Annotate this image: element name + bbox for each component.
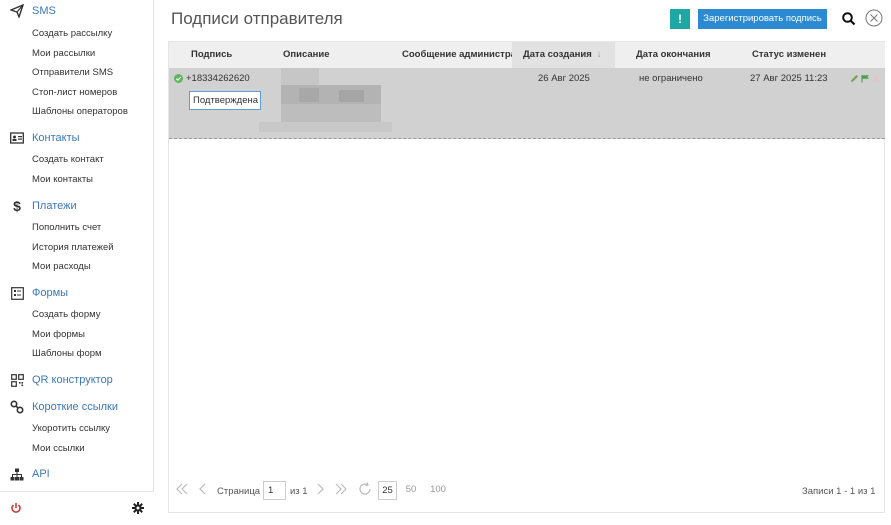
sidebar-item-top-up[interactable]: Пополнить счет <box>0 218 101 238</box>
dollar-icon: $ <box>13 198 21 214</box>
sidebar-section-label: Формы <box>32 287 69 299</box>
sidebar-item-form-templates[interactable]: Шаблоны форм <box>0 344 102 364</box>
sidebar-footer <box>0 491 154 525</box>
check-circle-icon <box>174 74 183 83</box>
form-icon <box>10 286 24 300</box>
column-signature[interactable]: Подпись <box>191 42 271 68</box>
gear-icon[interactable] <box>132 502 144 514</box>
column-description[interactable]: Описание <box>283 42 393 68</box>
sidebar-section-forms[interactable]: Формы <box>0 283 154 303</box>
sort-down-icon: ↓ <box>596 49 602 60</box>
search-icon[interactable] <box>841 11 857 27</box>
pagination-bar: Страница 1 из 1 25 50 100 Записи 1 - 1 и… <box>169 477 885 503</box>
contact-card-icon <box>10 131 24 145</box>
sidebar-item-payment-history[interactable]: История платежей <box>0 238 114 258</box>
column-end-date[interactable]: Дата окончания <box>636 42 736 68</box>
sidebar-item-shorten-link[interactable]: Укоротить ссылку <box>0 419 110 439</box>
sidebar-section-sms[interactable]: SMS <box>0 1 154 21</box>
cell-signature: +18334262620 <box>186 73 250 84</box>
app-window: SMS Создать рассылку Мои рассылки Отправ… <box>0 0 891 525</box>
table-header: Подпись Описание Сообщение администратор… <box>169 42 885 68</box>
records-count: Записи 1 - 1 из 1 <box>802 486 876 497</box>
sidebar-item-my-mailings[interactable]: Мои рассылки <box>0 44 95 64</box>
page-total-label: из 1 <box>290 486 308 497</box>
star-icon[interactable] <box>872 74 881 83</box>
page-label: Страница <box>217 486 261 497</box>
sitemap-icon <box>10 467 24 481</box>
warning-button[interactable]: ! <box>670 9 690 29</box>
sidebar-section-label: Контакты <box>32 132 80 144</box>
close-icon[interactable] <box>865 9 883 27</box>
sidebar-section-payments[interactable]: $ Платежи <box>0 196 154 216</box>
column-label: Дата создания <box>523 49 592 60</box>
sidebar-item-my-contacts[interactable]: Мои контакты <box>0 170 93 190</box>
sidebar-item-create-contact[interactable]: Создать контакт <box>0 150 104 170</box>
cell-status-changed: 27 Авг 2025 11:23 <box>750 73 828 84</box>
cell-created-date: 26 Авг 2025 <box>538 73 590 84</box>
status-badge: Подтверждена <box>189 91 261 110</box>
page-size-25[interactable]: 25 <box>378 481 397 500</box>
next-page-icon[interactable] <box>316 482 326 499</box>
main-content: Подписи отправителя ! Зарегистрировать п… <box>154 0 891 525</box>
paper-plane-icon <box>10 4 24 18</box>
sidebar-section-contacts[interactable]: Контакты <box>0 128 154 148</box>
sidebar-item-create-form[interactable]: Создать форму <box>0 305 101 325</box>
sidebar-section-label: Короткие ссылки <box>32 401 118 413</box>
page-size-100[interactable]: 100 <box>427 481 449 500</box>
sidebar-item-my-links[interactable]: Мои ссылки <box>0 439 85 459</box>
refresh-icon[interactable] <box>357 481 373 500</box>
sidebar-item-stop-list[interactable]: Стоп-лист номеров <box>0 83 117 103</box>
first-page-icon[interactable] <box>175 482 189 499</box>
sidebar-section-label: QR конструктор <box>32 374 113 386</box>
register-signature-button[interactable]: Зарегистрировать подпись <box>698 9 827 29</box>
prev-page-icon[interactable] <box>197 482 207 499</box>
sidebar-item-sms-senders[interactable]: Отправители SMS <box>0 63 113 83</box>
column-created-date[interactable]: Дата создания ↓ <box>512 42 615 68</box>
sidebar-section-label: Платежи <box>32 200 77 212</box>
page-size-50[interactable]: 50 <box>402 481 420 500</box>
qr-code-icon <box>10 373 24 387</box>
signatures-table: Подпись Описание Сообщение администратор… <box>168 41 885 513</box>
sidebar-section-label: SMS <box>32 5 56 17</box>
sidebar-section-api[interactable]: API <box>0 464 154 484</box>
power-icon[interactable] <box>10 502 22 514</box>
link-icon <box>10 400 24 414</box>
column-admin-message[interactable]: Сообщение администратора <box>402 42 512 68</box>
sidebar-item-my-forms[interactable]: Мои формы <box>0 325 85 345</box>
edit-pencil-icon[interactable] <box>850 74 859 83</box>
sidebar-section-label: API <box>32 468 50 480</box>
last-page-icon[interactable] <box>334 482 348 499</box>
column-status-changed[interactable]: Статус изменен <box>752 42 862 68</box>
table-row[interactable]: +18334262620 Подтверждена 26 Авг 2025 не… <box>169 68 885 139</box>
sidebar-section-short-links[interactable]: Короткие ссылки <box>0 397 154 417</box>
sidebar-section-qr[interactable]: QR конструктор <box>0 370 154 390</box>
page-number-input[interactable]: 1 <box>263 481 286 500</box>
sidebar-item-operator-templates[interactable]: Шаблоны операторов <box>0 102 128 122</box>
page-title: Подписи отправителя <box>171 9 343 28</box>
sidebar-item-my-expenses[interactable]: Мои расходы <box>0 257 91 277</box>
sidebar: SMS Создать рассылку Мои рассылки Отправ… <box>0 0 154 525</box>
flag-icon[interactable] <box>861 74 870 83</box>
cell-end-date: не ограничено <box>639 73 703 84</box>
sidebar-item-create-mailing[interactable]: Создать рассылку <box>0 24 112 44</box>
